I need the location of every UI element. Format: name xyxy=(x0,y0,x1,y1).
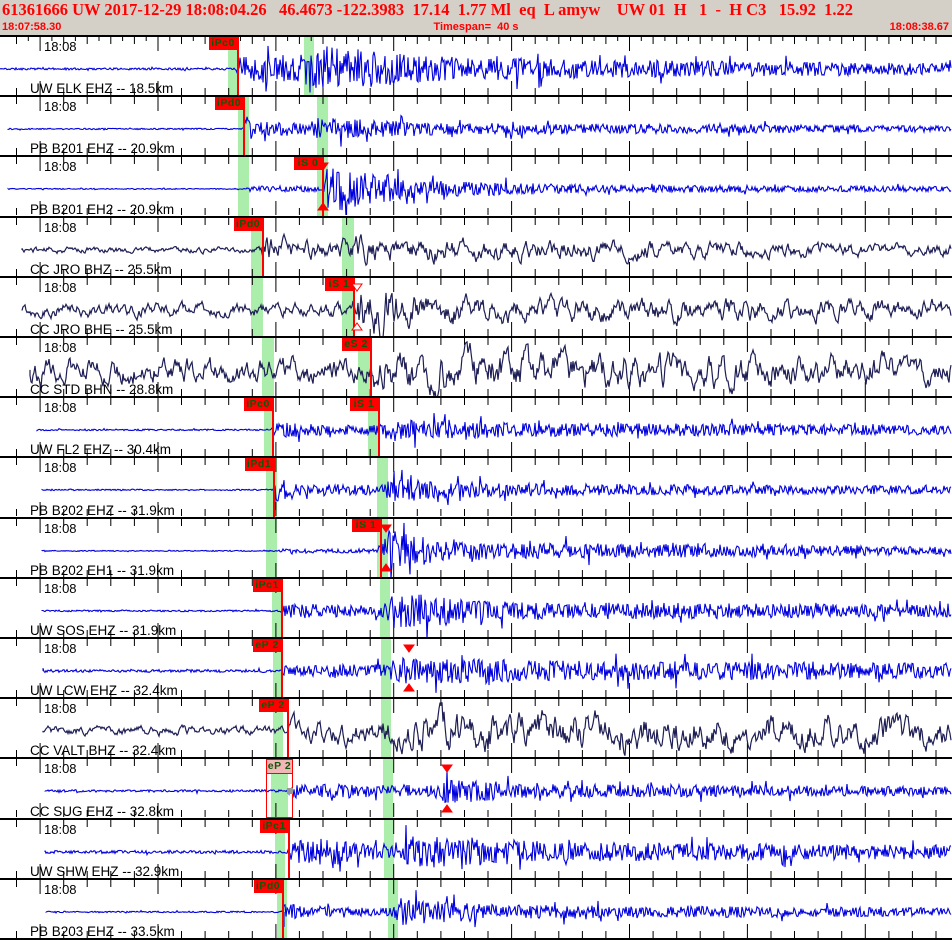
trace-panel-b202[interactable]: 18:08 PB B202 EHZ -- 31.9km iPd1 xyxy=(0,456,952,517)
trace-panel-b203[interactable]: 18:08 PB B203 EHZ -- 33.5km iPd0 xyxy=(0,877,952,939)
arrival-marker-triangle[interactable] xyxy=(317,201,329,215)
trace-minute-label: 18:08 xyxy=(44,881,77,897)
seismogram-pick-window: { "header": { "line1": "61361666 UW 2017… xyxy=(0,0,952,940)
trace-panel-lcw[interactable]: 18:08 UW LCW EHZ -- 32.4km eP 2 xyxy=(0,637,952,698)
trace-panel-b202[interactable]: 18:08 PB B202 EH1 -- 31.9km iS 1 xyxy=(0,516,952,577)
arrival-marker-triangle[interactable] xyxy=(351,322,363,335)
pick-time-line[interactable] xyxy=(378,398,380,457)
arrival-marker-triangle[interactable] xyxy=(441,760,453,774)
pick-phase-label[interactable]: iPc0 xyxy=(244,398,272,412)
event-header-bar: 61361666 UW 2017-12-29 18:08:04.26 46.46… xyxy=(0,0,952,35)
trace-panel-elk[interactable]: 18:08 UW ELK EHZ -- 18.5km iPc0 xyxy=(0,35,952,96)
trace-minute-label: 18:08 xyxy=(44,520,77,536)
arrival-marker-triangle[interactable] xyxy=(403,640,415,653)
station-distance-label: PB B202 EHZ -- 31.9km xyxy=(30,502,175,517)
pick-phase-label[interactable]: iPc1 xyxy=(260,819,288,833)
station-distance-label: CC VALT BHZ -- 32.4km xyxy=(30,743,177,758)
trace-panel-sos[interactable]: 18:08 UW SOS EHZ -- 31.9km iPc1 xyxy=(0,576,952,638)
trace-minute-label: 18:08 xyxy=(44,460,77,476)
station-distance-label: PB B201 EH2 -- 20.9km xyxy=(30,201,175,216)
trace-panel-sug[interactable]: 18:08 CC SUG EHZ -- 32.8km eP 2 xyxy=(0,757,952,818)
pick-phase-label[interactable]: iPd0 xyxy=(254,879,282,893)
station-distance-label: CC JRO BHE -- 25.5km xyxy=(30,322,173,337)
trace-minute-label: 18:08 xyxy=(44,340,77,356)
pick-phase-label[interactable]: iPc0 xyxy=(209,37,237,50)
trace-minute-label: 18:08 xyxy=(44,821,77,837)
pick-phase-label[interactable]: iS 1 xyxy=(350,398,378,412)
pick-time-line[interactable] xyxy=(287,699,289,758)
arrival-marker-triangle[interactable] xyxy=(403,683,415,696)
station-distance-label: CC SUG EHZ -- 32.8km xyxy=(30,803,175,818)
station-distance-label: PB B203 EHZ -- 33.5km xyxy=(30,924,175,939)
pick-phase-label[interactable]: eP 2 xyxy=(267,760,292,775)
pick-time-line[interactable] xyxy=(272,398,274,457)
pick-phase-label[interactable]: iS 1 xyxy=(325,277,353,291)
station-distance-label: PB B202 EH1 -- 31.9km xyxy=(30,562,175,577)
pick-phase-label[interactable]: eP 2 xyxy=(253,639,281,653)
pick-time-line[interactable] xyxy=(281,639,283,698)
trace-panel-fl2[interactable]: 18:08 UW FL2 EHZ -- 30.4km iPc0 iS 1 xyxy=(0,396,952,457)
arrival-marker-triangle[interactable] xyxy=(317,158,329,172)
trace-minute-label: 18:08 xyxy=(44,39,77,54)
pick-phase-label[interactable]: iPc1 xyxy=(253,578,281,592)
pick-phase-label[interactable]: eS 2 xyxy=(342,338,370,352)
pick-time-line[interactable] xyxy=(262,217,264,276)
trace-panel-jro[interactable]: 18:08 CC JRO BHZ -- 25.5km iPd0 xyxy=(0,215,952,276)
station-distance-label: UW LCW EHZ -- 32.4km xyxy=(30,683,178,698)
station-distance-label: UW FL2 EHZ -- 30.4km xyxy=(30,442,172,457)
pick-time-line[interactable] xyxy=(370,338,372,397)
pick-phase-label[interactable]: eP 2 xyxy=(259,699,287,713)
arrival-marker-triangle[interactable] xyxy=(380,562,392,576)
event-summary-text: 61361666 UW 2017-12-29 18:08:04.26 46.46… xyxy=(2,0,853,19)
station-distance-label: CC JRO BHZ -- 25.5km xyxy=(30,261,172,276)
trace-panel-shw[interactable]: 18:08 UW SHW EHZ -- 32.9km iPc1 xyxy=(0,817,952,878)
station-distance-label: PB B201 EHZ -- 20.9km xyxy=(30,141,175,156)
trace-minute-label: 18:08 xyxy=(44,159,77,175)
trace-panel-b201[interactable]: 18:08 PB B201 EHZ -- 20.9km iPd0 xyxy=(0,95,952,156)
trace-minute-label: 18:08 xyxy=(44,641,77,657)
amplitude-marker-square xyxy=(287,788,293,795)
trace-minute-label: 18:08 xyxy=(44,400,77,416)
station-distance-label: UW ELK EHZ -- 18.5km xyxy=(30,81,174,96)
timespan-label: Timespan= 40 s xyxy=(433,21,519,33)
trace-panel-b201[interactable]: 18:08 PB B201 EH2 -- 20.9km iS 0 xyxy=(0,155,952,216)
pick-phase-label[interactable]: iPd1 xyxy=(245,458,273,472)
station-distance-label: CC STD BHN -- 28.8km xyxy=(30,382,174,397)
window-end-time: 18:08:38.67 xyxy=(889,21,949,33)
station-distance-label: UW SOS EHZ -- 31.9km xyxy=(30,623,177,638)
trace-minute-label: 18:08 xyxy=(44,99,77,115)
pick-time-line[interactable] xyxy=(281,578,283,638)
trace-panel-stack: 18:08 UW ELK EHZ -- 18.5km iPc0 18:08 PB… xyxy=(0,35,952,940)
trace-minute-label: 18:08 xyxy=(44,279,77,295)
trace-panel-std[interactable]: 18:08 CC STD BHN -- 28.8km eS 2 xyxy=(0,336,952,397)
arrival-marker-triangle[interactable] xyxy=(441,803,453,817)
trace-minute-label: 18:08 xyxy=(44,701,77,717)
arrival-marker-triangle[interactable] xyxy=(351,279,363,292)
pick-time-line[interactable] xyxy=(237,37,239,96)
pick-phase-label[interactable]: iS 1 xyxy=(352,518,380,532)
arrival-marker-triangle[interactable] xyxy=(380,520,392,533)
pick-time-line[interactable] xyxy=(282,879,284,939)
trace-panel-jro[interactable]: 18:08 CC JRO BHE -- 25.5km iS 1 xyxy=(0,275,952,337)
pick-phase-label[interactable]: iPd0 xyxy=(234,217,262,231)
pick-time-line[interactable] xyxy=(288,819,290,878)
station-distance-label: UW SHW EHZ -- 32.9km xyxy=(30,863,180,878)
trace-minute-label: 18:08 xyxy=(44,580,77,596)
trace-panel-valt[interactable]: 18:08 CC VALT BHZ -- 32.4km eP 2 xyxy=(0,697,952,758)
pick-phase-label[interactable]: iPd0 xyxy=(215,97,243,111)
pick-time-line[interactable] xyxy=(273,458,275,517)
pick-time-line[interactable] xyxy=(243,97,245,156)
trace-minute-label: 18:08 xyxy=(44,219,77,235)
trace-minute-label: 18:08 xyxy=(44,761,77,777)
